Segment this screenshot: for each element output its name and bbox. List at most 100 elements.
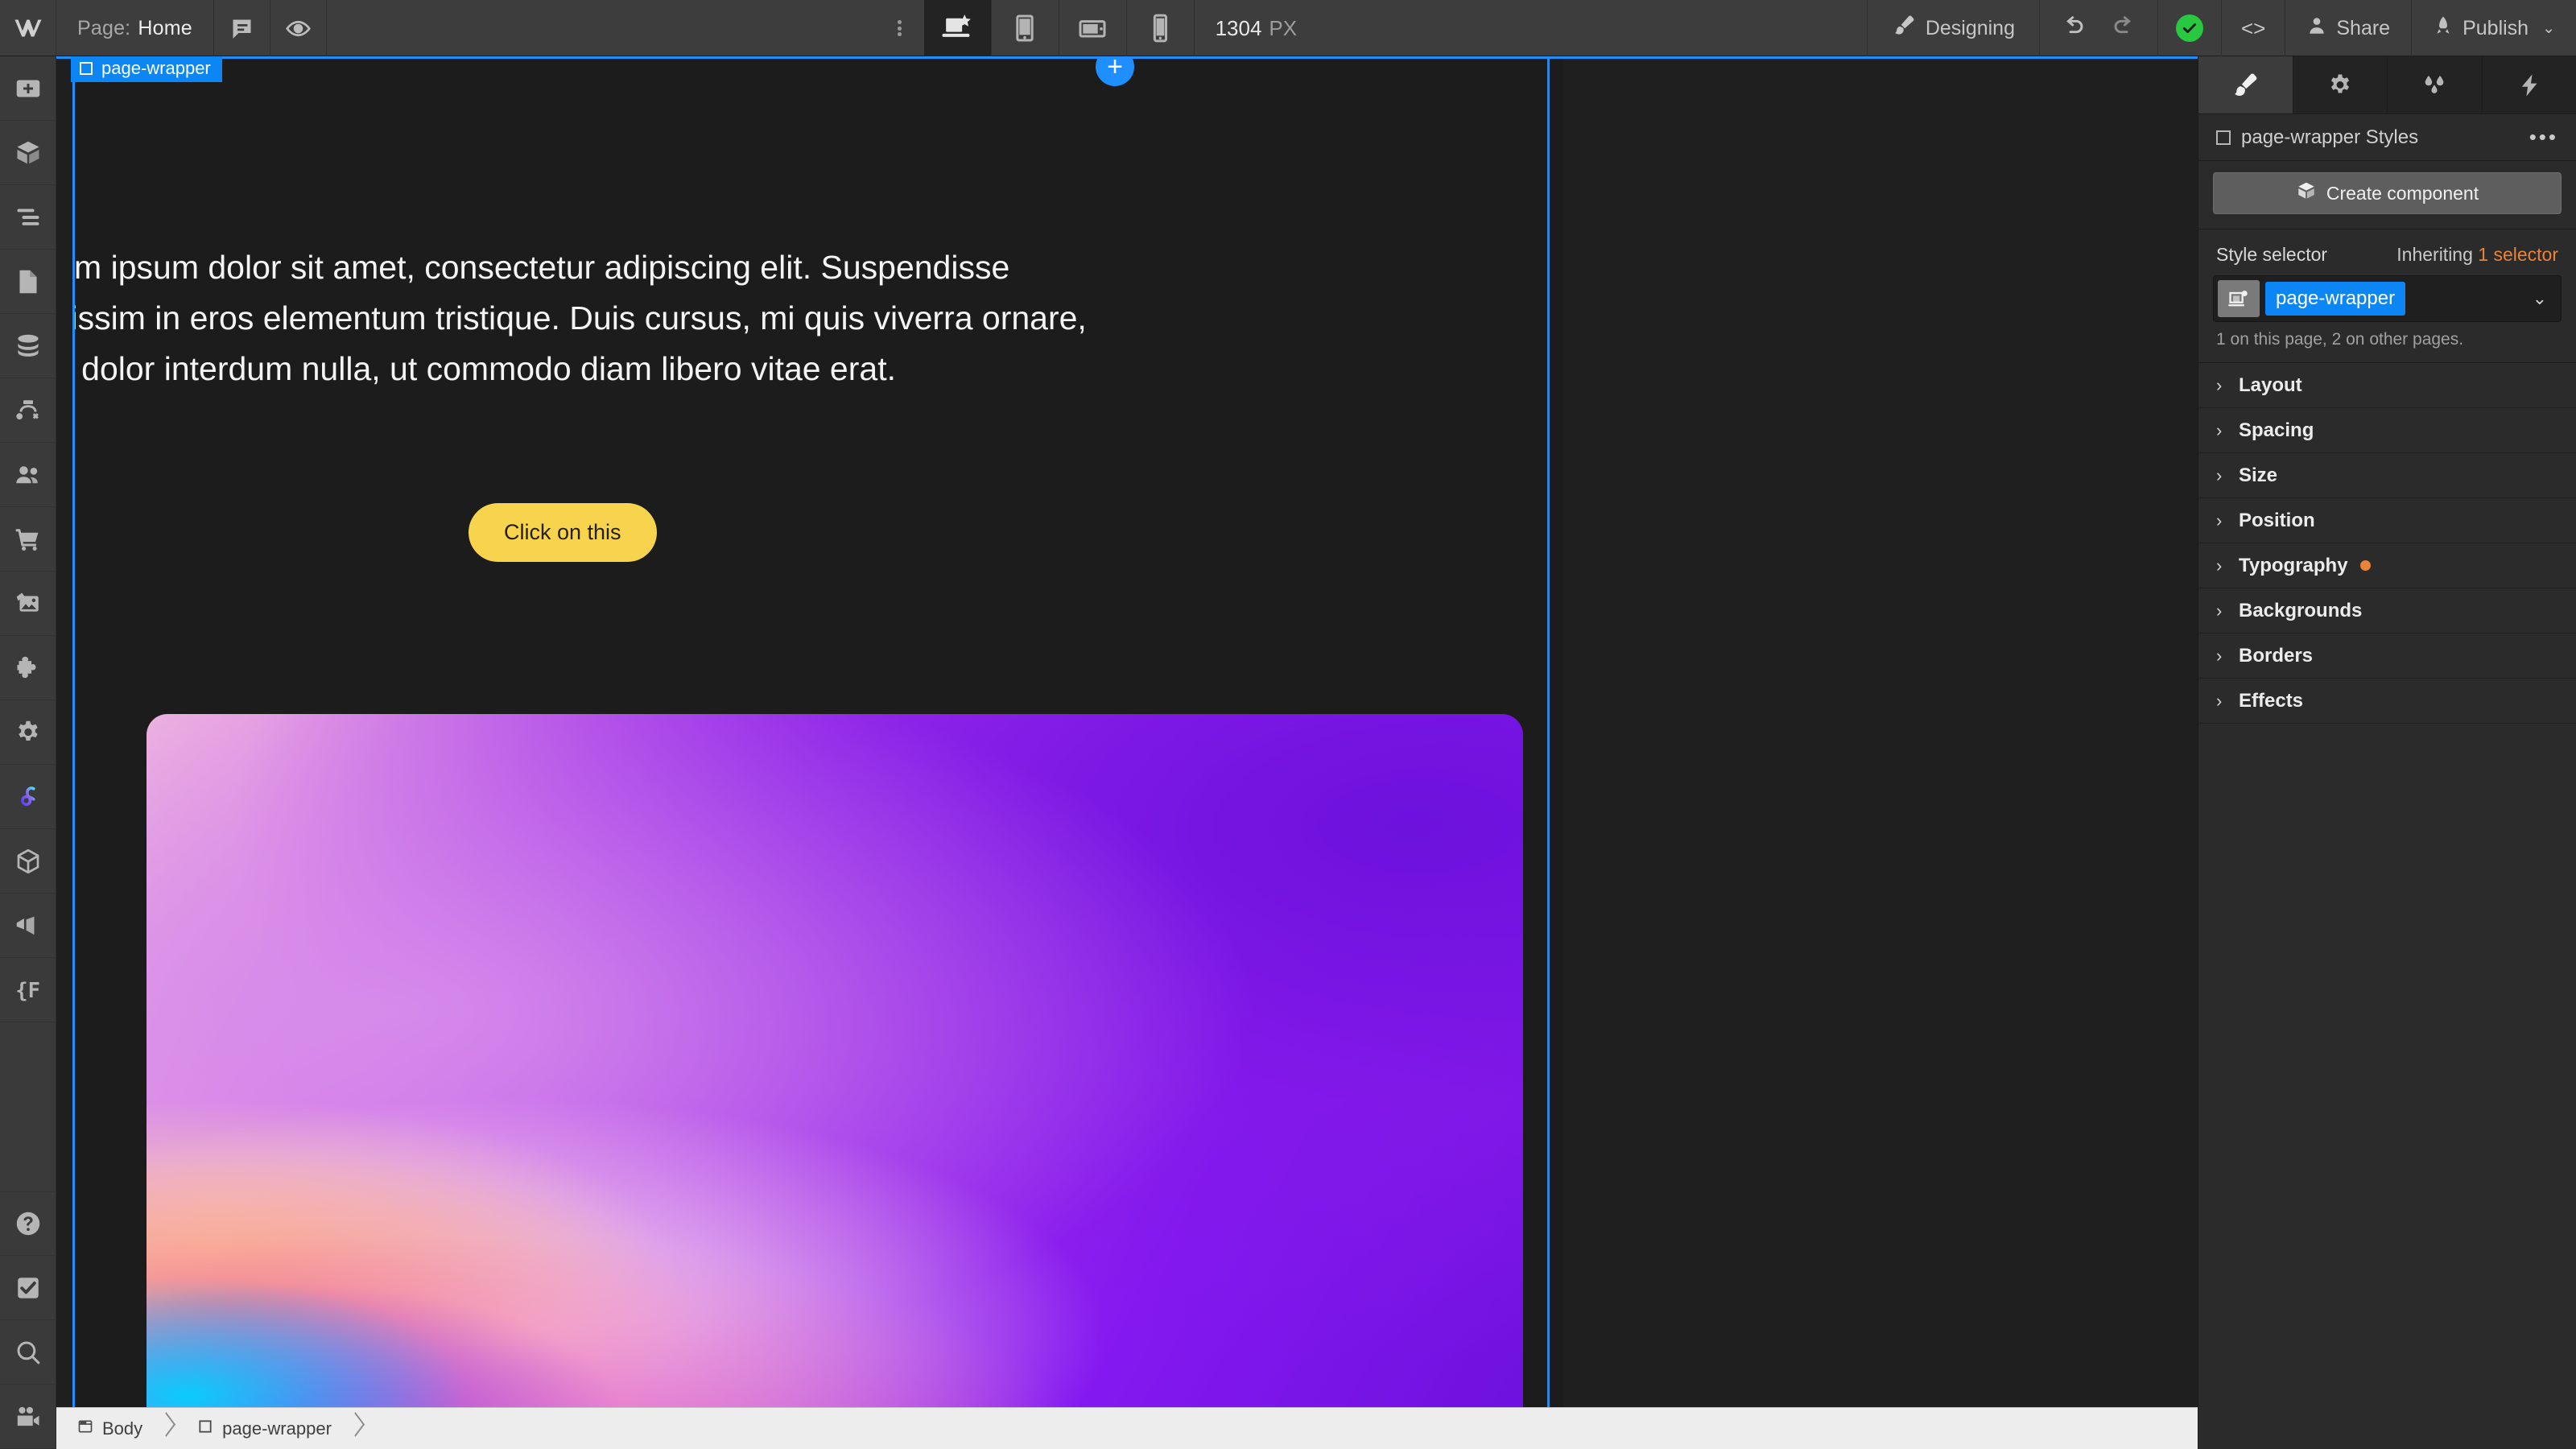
code-brackets-icon: <> xyxy=(2241,15,2266,40)
breadcrumb: Body page-wrapper xyxy=(56,1407,2198,1449)
style-selector-label: Style selector xyxy=(2216,244,2328,265)
comment-icon[interactable] xyxy=(214,0,270,56)
style-panel: page-wrapper Styles ••• Create component… xyxy=(2198,56,2576,1449)
pages-panel[interactable] xyxy=(0,250,56,314)
eye-preview-icon[interactable] xyxy=(270,0,327,56)
undo-redo-group xyxy=(2039,0,2157,56)
toolbar-right-group: Designing <> Share Publish ⌄ xyxy=(1866,0,2576,56)
style-section-effects[interactable]: › Effects xyxy=(2198,679,2576,724)
tab-style[interactable] xyxy=(2198,56,2293,114)
style-panel-more-button[interactable]: ••• xyxy=(2529,125,2558,150)
inheriting-indicator[interactable]: Inheriting 1 selector xyxy=(2396,244,2558,266)
page-indicator[interactable]: Page: Home xyxy=(56,0,214,56)
share-label: Share xyxy=(2336,16,2391,39)
share-button[interactable]: Share xyxy=(2285,0,2411,56)
inheriting-prefix: Inheriting xyxy=(2396,244,2479,265)
components-panel[interactable] xyxy=(0,121,56,185)
search-button[interactable] xyxy=(0,1320,56,1385)
person-icon xyxy=(2306,14,2327,43)
ecommerce-panel[interactable] xyxy=(0,507,56,572)
selected-element-badge[interactable]: page-wrapper xyxy=(71,55,222,82)
assets-panel[interactable] xyxy=(0,572,56,636)
users-panel[interactable] xyxy=(0,443,56,507)
video-tutorials-button[interactable] xyxy=(0,1385,56,1449)
undo-arrow-icon[interactable] xyxy=(2061,14,2087,43)
desktop-star-icon[interactable] xyxy=(923,0,992,56)
save-status-badge[interactable] xyxy=(2157,0,2221,56)
breadcrumb-label: page-wrapper xyxy=(222,1418,332,1439)
viewport-width-unit: PX xyxy=(1269,15,1298,40)
selected-element-label: page-wrapper xyxy=(101,58,211,78)
viewport-width-display[interactable]: 1304 PX xyxy=(1195,0,1319,56)
cms-panel[interactable] xyxy=(0,314,56,378)
viewport-width-value: 1304 xyxy=(1215,15,1262,40)
chevron-right-icon: › xyxy=(2216,464,2223,485)
style-section-size[interactable]: › Size xyxy=(2198,453,2576,498)
mode-label: Designing xyxy=(1925,16,2015,39)
browser-window-icon xyxy=(77,1418,93,1439)
page-viewport[interactable]: Lorem ipsum dolor sit amet, consectetur … xyxy=(72,59,1563,1449)
create-component-button[interactable]: Create component xyxy=(2213,172,2562,214)
style-section-layout[interactable]: › Layout xyxy=(2198,363,2576,408)
top-toolbar: Page: Home 1304 PX Designing <> Share Pu… xyxy=(0,0,2576,56)
tab-settings[interactable] xyxy=(2293,56,2388,114)
modified-indicator-dot xyxy=(2359,560,2371,571)
style-section-borders[interactable]: › Borders xyxy=(2198,634,2576,679)
navigator-panel[interactable] xyxy=(0,185,56,250)
page-name: Home xyxy=(138,16,192,39)
interactions-panel[interactable] xyxy=(0,765,56,829)
tab-interactions[interactable] xyxy=(2482,56,2576,114)
mode-switcher[interactable]: Designing xyxy=(1866,0,2039,56)
square-outline-icon xyxy=(80,62,93,75)
code-panel[interactable]: {F xyxy=(0,958,56,1022)
style-section-spacing[interactable]: › Spacing xyxy=(2198,408,2576,453)
apps-panel[interactable] xyxy=(0,636,56,700)
audit-panel[interactable] xyxy=(0,894,56,958)
selector-usage-note: 1 on this page, 2 on other pages. xyxy=(2216,330,2464,349)
tasks-button[interactable] xyxy=(0,1256,56,1320)
breadcrumb-label: Body xyxy=(102,1418,143,1439)
publish-button[interactable]: Publish ⌄ xyxy=(2411,0,2576,56)
breadcrumb-item-body[interactable]: Body xyxy=(56,1408,159,1449)
chevron-right-icon: › xyxy=(2216,600,2223,621)
style-section-label: Effects xyxy=(2239,689,2304,712)
variables-panel[interactable] xyxy=(0,829,56,894)
style-section-typography[interactable]: › Typography xyxy=(2198,543,2576,588)
code-export-button[interactable]: <> xyxy=(2221,0,2285,56)
toolbar-spacer-right xyxy=(1318,0,1867,56)
styles-header-label: page-wrapper Styles xyxy=(2241,126,2419,148)
settings-panel[interactable] xyxy=(0,700,56,765)
help-button[interactable] xyxy=(0,1191,56,1256)
tablet-landscape-icon[interactable] xyxy=(1059,0,1127,56)
style-selector-field[interactable]: page-wrapper ⌄ xyxy=(2213,275,2562,322)
style-section-label: Borders xyxy=(2239,644,2314,667)
tab-styles-manager[interactable] xyxy=(2388,56,2483,114)
gradient-hero-image[interactable] xyxy=(147,714,1523,1449)
page-label: Page: xyxy=(77,16,131,39)
vertical-dots-icon[interactable] xyxy=(876,0,924,56)
breadcrumb-item-page-wrapper[interactable]: page-wrapper xyxy=(176,1408,348,1449)
style-section-label: Typography xyxy=(2239,554,2348,576)
logic-panel[interactable] xyxy=(0,378,56,443)
add-elements-panel[interactable] xyxy=(0,56,56,121)
style-section-position[interactable]: › Position xyxy=(2198,498,2576,543)
hero-paragraph[interactable]: Lorem ipsum dolor sit amet, consectetur … xyxy=(72,242,1151,394)
hero-cta-button[interactable]: Click on this xyxy=(469,503,657,562)
tablet-portrait-icon[interactable] xyxy=(992,0,1059,56)
chevron-right-icon: › xyxy=(2216,690,2223,711)
chevron-down-icon[interactable]: ⌄ xyxy=(2533,288,2547,309)
webflow-logo-icon[interactable] xyxy=(0,0,56,56)
viewport-left-guide xyxy=(72,59,75,1449)
square-outline-icon xyxy=(197,1418,213,1439)
style-section-backgrounds[interactable]: › Backgrounds xyxy=(2198,588,2576,634)
phone-icon[interactable] xyxy=(1127,0,1195,56)
style-panel-header: page-wrapper Styles ••• xyxy=(2198,114,2576,161)
check-circle-icon xyxy=(2176,14,2203,42)
redo-arrow-icon[interactable] xyxy=(2111,14,2136,43)
selector-chip[interactable]: page-wrapper xyxy=(2265,282,2406,316)
style-sections-list: › Layout › Spacing › Size › Position › T… xyxy=(2198,362,2576,724)
style-section-label: Size xyxy=(2239,464,2278,486)
style-section-label: Backgrounds xyxy=(2239,599,2363,621)
chevron-right-icon: › xyxy=(2216,510,2223,530)
publish-label: Publish xyxy=(2462,16,2529,39)
